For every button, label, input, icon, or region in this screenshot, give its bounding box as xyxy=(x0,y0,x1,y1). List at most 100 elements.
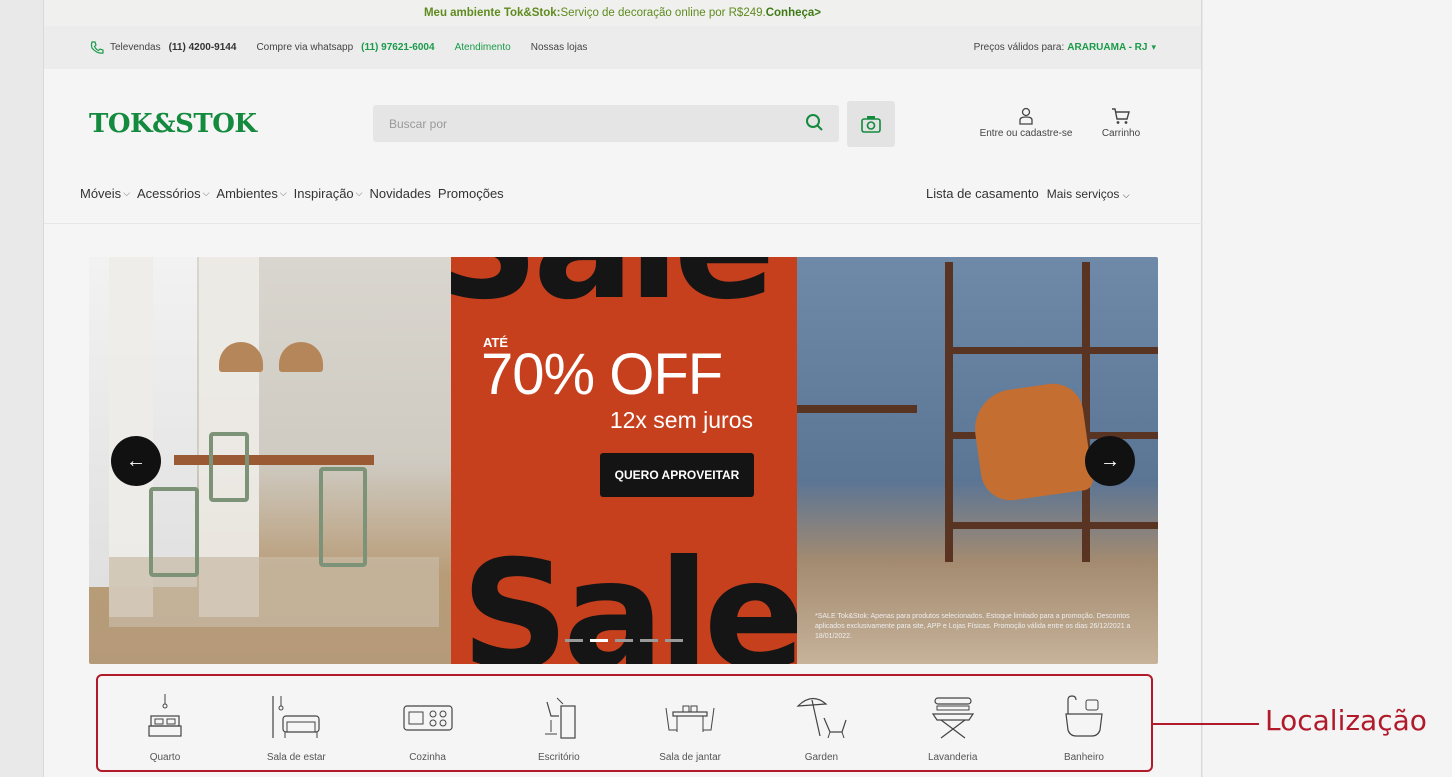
bed-icon xyxy=(148,694,182,737)
category-label: Lavanderia xyxy=(927,752,978,763)
annotation-line xyxy=(1151,723,1259,725)
category-label: Sala de jantar xyxy=(659,752,721,763)
more-services-label: Mais serviços xyxy=(1046,186,1120,201)
chair-decor xyxy=(319,467,367,567)
cart-icon xyxy=(1112,108,1130,124)
category-label: Garden xyxy=(804,752,839,763)
carousel-dot[interactable] xyxy=(565,639,583,642)
user-icon xyxy=(1019,107,1033,125)
price-region[interactable]: Preços válidos para: ARARUAMA - RJ ▾ xyxy=(974,42,1156,53)
wedding-list-link[interactable]: Lista de casamento xyxy=(926,186,1039,201)
shelf-decor xyxy=(945,262,953,562)
nav-label: Promoções xyxy=(437,186,504,201)
carousel-prev-button[interactable]: ← xyxy=(111,436,161,486)
hero-carousel[interactable]: Sale ATÉ 70% OFF 12x sem juros QUERO APR… xyxy=(89,257,1158,664)
tokstok-logo[interactable]: TOK&STOK xyxy=(89,109,257,139)
room-categories: Quarto Sala de estar Cozinha Escritório … xyxy=(96,674,1153,772)
nav-label: Ambientes xyxy=(216,186,278,201)
nav-item-inspiracao[interactable]: Inspiração ⌵ xyxy=(294,186,363,201)
arrow-right-icon: → xyxy=(1100,449,1120,472)
header-divider xyxy=(44,223,1203,224)
carousel-dot[interactable] xyxy=(615,639,633,642)
quero-aproveitar-button[interactable]: QUERO APROVEITAR xyxy=(600,453,754,497)
nav-item-novidades[interactable]: Novidades xyxy=(369,186,430,201)
category-escritorio[interactable]: Escritório xyxy=(504,676,614,770)
sale-panel: Sale ATÉ 70% OFF 12x sem juros QUERO APR… xyxy=(451,257,797,664)
shelf-decor xyxy=(945,522,1158,529)
category-quarto[interactable]: Quarto xyxy=(110,676,220,770)
category-garden[interactable]: Garden xyxy=(766,676,876,770)
chevron-down-icon: ⌵ xyxy=(202,188,210,198)
whatsapp[interactable]: Compre via whatsapp (11) 97621-6004 xyxy=(256,42,434,53)
carousel-dot[interactable] xyxy=(665,639,683,642)
camera-icon xyxy=(861,116,881,133)
chevron-down-icon: ⌵ xyxy=(123,188,131,198)
chevron-down-icon: ⌵ xyxy=(279,188,287,198)
bathtub-icon xyxy=(1065,695,1103,737)
televendas-label: Televendas xyxy=(110,42,161,53)
nav-right: Lista de casamento Mais serviços ⌵ xyxy=(926,186,1130,201)
search-bar[interactable]: Buscar por xyxy=(373,105,839,142)
chair-decor xyxy=(149,487,199,577)
search-input[interactable]: Buscar por xyxy=(389,117,447,131)
shelf-decor xyxy=(945,347,1158,354)
site-header: TOK&STOK Buscar por Entre ou cadastre-se xyxy=(44,69,1201,184)
search-icon[interactable] xyxy=(805,113,825,133)
prices-label: Preços válidos para: xyxy=(973,42,1065,53)
promo-lead: Meu ambiente Tok&Stok: xyxy=(423,7,561,19)
televendas[interactable]: Televendas (11) 4200-9144 xyxy=(89,40,236,56)
nav-item-moveis[interactable]: Móveis ⌵ xyxy=(80,186,130,201)
category-label: Quarto xyxy=(149,752,181,763)
city-selector[interactable]: ARARUAMA - RJ xyxy=(1067,42,1147,53)
visual-search-button[interactable] xyxy=(847,101,895,147)
promo-bar: Meu ambiente Tok&Stok: Serviço de decora… xyxy=(44,0,1201,26)
nav-label: Acessórios xyxy=(137,186,201,201)
outer-background xyxy=(1203,0,1452,777)
whatsapp-phone[interactable]: (11) 97621-6004 xyxy=(361,42,434,53)
nav-item-promocoes[interactable]: Promoções xyxy=(438,186,504,201)
stove-icon xyxy=(402,705,453,731)
more-services-dropdown[interactable]: Mais serviços ⌵ xyxy=(1047,187,1130,201)
category-sala-de-jantar[interactable]: Sala de jantar xyxy=(635,676,745,770)
table-decor xyxy=(174,455,374,465)
account-label: Entre ou cadastre-se xyxy=(979,128,1073,139)
desk-decor xyxy=(797,405,917,413)
category-banheiro[interactable]: Banheiro xyxy=(1029,676,1139,770)
category-lavanderia[interactable]: Lavanderia xyxy=(898,676,1008,770)
cart-button[interactable]: Carrinho xyxy=(1096,107,1146,139)
main-nav: Móveis ⌵ Acessórios ⌵ Ambientes ⌵ Inspiraçã… xyxy=(80,186,511,201)
nav-item-ambientes[interactable]: Ambientes ⌵ xyxy=(216,186,286,201)
carousel-next-button[interactable]: → xyxy=(1085,436,1135,486)
televendas-phone[interactable]: (11) 4200-9144 xyxy=(169,42,237,53)
whatsapp-label: Compre via whatsapp xyxy=(256,42,354,53)
sale-word-top: Sale xyxy=(451,257,775,333)
chevron-down-icon: ▾ xyxy=(1151,42,1156,52)
ironing-board-icon xyxy=(931,697,974,739)
discount-headline: 70% OFF xyxy=(481,342,723,407)
carousel-dot-active[interactable] xyxy=(590,639,608,642)
category-label: Cozinha xyxy=(409,752,446,763)
dining-table-icon xyxy=(665,705,715,732)
desk-chair-icon xyxy=(544,697,576,739)
carousel-dot[interactable] xyxy=(640,639,658,642)
sofa-icon xyxy=(272,696,320,738)
category-label: Banheiro xyxy=(1063,752,1104,763)
annotation-callout: Localização xyxy=(1265,704,1427,737)
orange-chair-decor xyxy=(969,379,1095,505)
atendimento-link[interactable]: Atendimento xyxy=(455,42,511,53)
phone-icon xyxy=(90,40,104,54)
nav-label: Inspiração xyxy=(293,186,354,201)
account-button[interactable]: Entre ou cadastre-se xyxy=(966,107,1086,139)
category-sala-de-estar[interactable]: Sala de estar xyxy=(241,676,351,770)
sale-word-bottom: Sale xyxy=(461,529,797,664)
chair-decor xyxy=(209,432,249,502)
pendant-lamp-decor xyxy=(279,342,323,372)
nav-item-acessorios[interactable]: Acessórios ⌵ xyxy=(137,186,209,201)
category-label: Sala de estar xyxy=(266,752,326,763)
carousel-dots xyxy=(565,639,690,642)
nossas-lojas-link[interactable]: Nossas lojas xyxy=(531,42,588,53)
nav-label: Novidades xyxy=(369,186,431,201)
utility-bar: Televendas (11) 4200-9144 Compre via wha… xyxy=(44,26,1201,69)
promo-link[interactable]: Conheça> xyxy=(766,7,821,19)
category-cozinha[interactable]: Cozinha xyxy=(373,676,483,770)
